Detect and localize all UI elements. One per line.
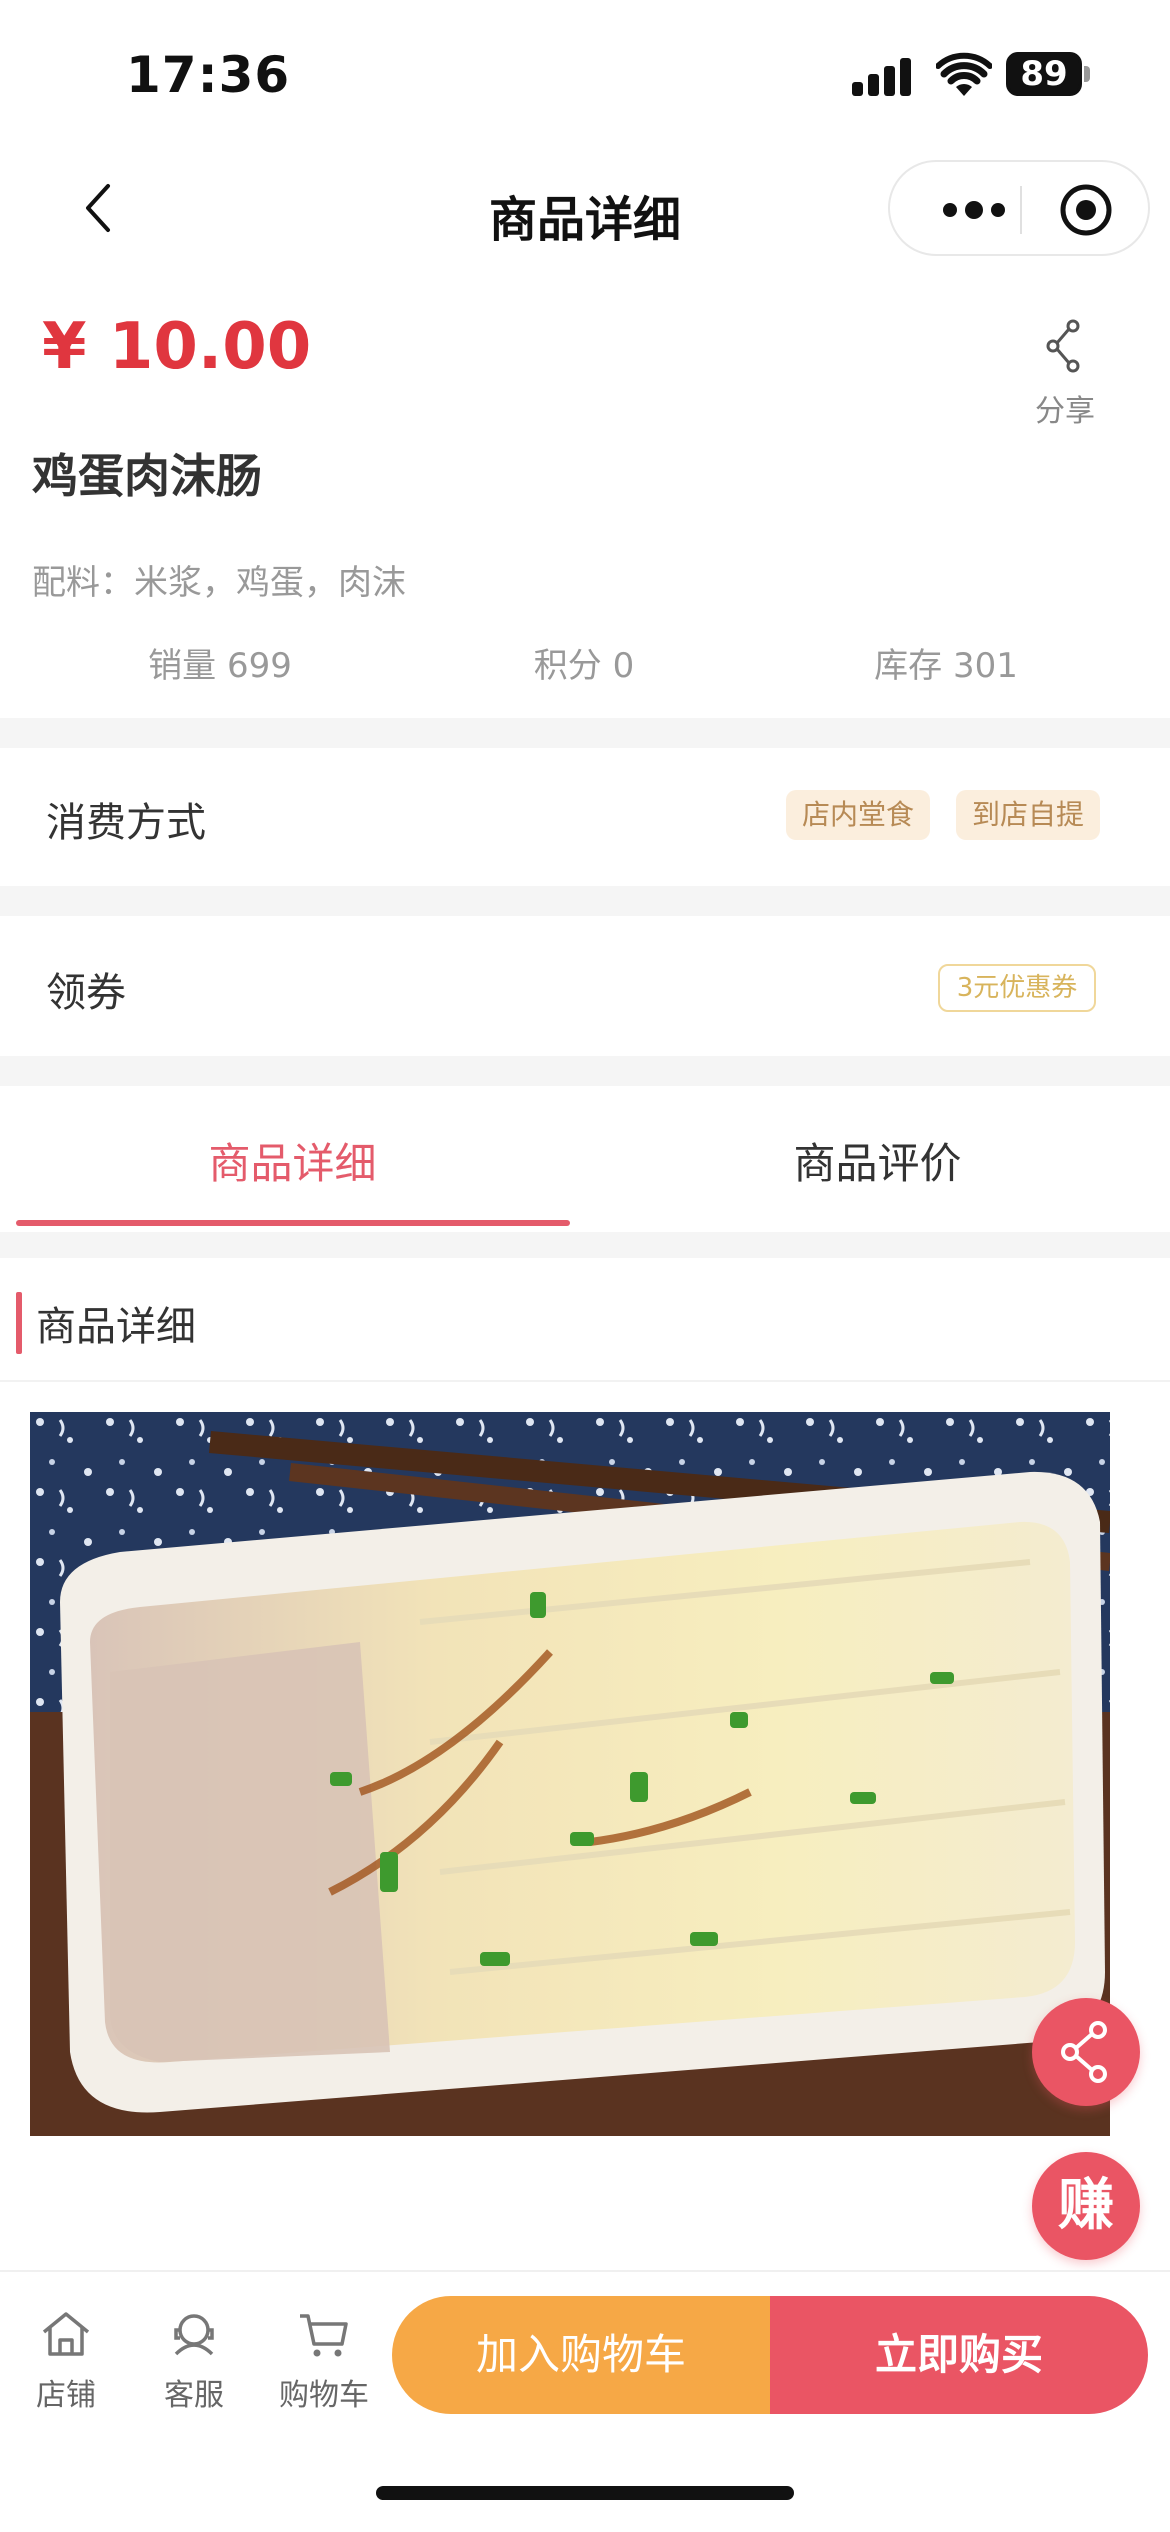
signal-icon bbox=[852, 56, 916, 96]
tab-product-reviews[interactable]: 商品评价 bbox=[585, 1130, 1170, 1191]
tag-pickup: 到店自提 bbox=[956, 790, 1101, 840]
consumption-label: 消费方式 bbox=[46, 800, 206, 846]
float-share-button[interactable] bbox=[1032, 1998, 1140, 2106]
section-accent-bar bbox=[16, 1292, 22, 1354]
cart-button[interactable]: 购物车 bbox=[264, 2306, 384, 2414]
nav-bar: 商品详细 bbox=[0, 150, 1170, 266]
coupon-badge[interactable]: 3元优惠券 bbox=[938, 964, 1096, 1012]
stock-count: 库存 301 bbox=[874, 646, 1018, 686]
detail-section-header: 商品详细 bbox=[0, 1258, 1170, 1382]
wifi-icon bbox=[936, 52, 992, 96]
share-label: 分享 bbox=[1035, 394, 1095, 429]
capsule-divider bbox=[1020, 186, 1022, 234]
add-to-cart-button[interactable]: 加入购物车 bbox=[392, 2296, 770, 2414]
divider bbox=[0, 886, 1170, 916]
status-bar: 17:36 89 bbox=[0, 0, 1170, 150]
section-title: 商品详细 bbox=[36, 1304, 196, 1350]
cart-icon bbox=[300, 2314, 348, 2357]
buy-now-button[interactable]: 立即购买 bbox=[770, 2296, 1148, 2414]
more-icon[interactable] bbox=[930, 196, 1026, 224]
battery-icon: 89 bbox=[1006, 52, 1082, 96]
product-name: 鸡蛋肉沫肠 bbox=[32, 449, 262, 503]
coupon-label: 领券 bbox=[46, 970, 126, 1016]
customer-service-button[interactable]: 客服 bbox=[134, 2306, 254, 2414]
share-icon bbox=[1061, 2021, 1107, 2083]
points-value: 积分 0 bbox=[533, 646, 635, 686]
earn-button[interactable]: 赚 bbox=[1032, 2152, 1140, 2260]
product-stats: 销量 699 积分 0 库存 301 bbox=[0, 638, 1170, 688]
divider bbox=[0, 718, 1170, 748]
cart-label: 购物车 bbox=[279, 2378, 369, 2413]
tab-active-indicator bbox=[16, 1220, 570, 1226]
sales-count: 销量 699 bbox=[148, 646, 292, 686]
divider bbox=[0, 1056, 1170, 1086]
home-indicator bbox=[376, 2486, 794, 2500]
divider bbox=[0, 1232, 1170, 1258]
close-miniprogram-icon[interactable] bbox=[1058, 182, 1114, 238]
product-ingredients: 配料：米浆，鸡蛋，肉沫 bbox=[32, 563, 406, 603]
product-price: ¥ 10.00 bbox=[42, 310, 312, 384]
store-button[interactable]: 店铺 bbox=[6, 2306, 126, 2414]
customer-service-icon bbox=[174, 2314, 214, 2356]
customer-service-label: 客服 bbox=[164, 2378, 224, 2413]
home-icon bbox=[42, 2312, 90, 2356]
tab-product-detail[interactable]: 商品详细 bbox=[0, 1130, 585, 1191]
tab-bar: 商品详细 商品评价 bbox=[0, 1086, 1170, 1232]
battery-cap bbox=[1084, 66, 1090, 82]
mini-program-capsule bbox=[888, 160, 1150, 256]
tag-dine-in: 店内堂食 bbox=[786, 790, 931, 840]
share-button[interactable]: 分享 bbox=[1020, 318, 1110, 430]
status-time: 17:36 bbox=[126, 46, 291, 104]
consumption-row: 消费方式 店内堂食 到店自提 bbox=[0, 748, 1170, 886]
share-icon bbox=[1046, 319, 1080, 373]
store-label: 店铺 bbox=[36, 2378, 96, 2413]
product-image bbox=[30, 1412, 1110, 2136]
coupon-row[interactable]: 领券 3元优惠券 bbox=[0, 916, 1170, 1056]
